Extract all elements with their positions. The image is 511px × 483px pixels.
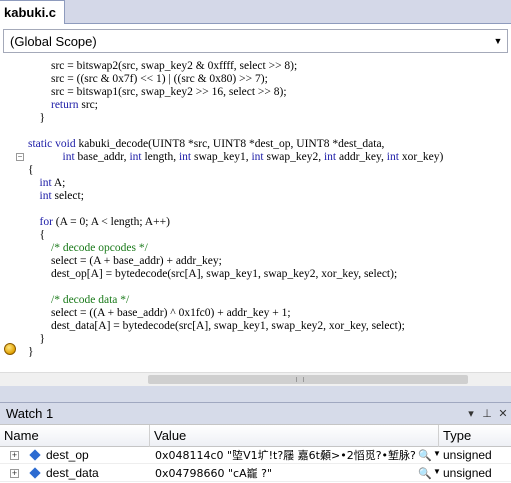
magnifier-icon[interactable]: 🔍 <box>418 467 432 480</box>
code-line[interactable]: /* decode opcodes */ <box>28 242 148 255</box>
watch-row[interactable]: + dest_data 0x04798660 "cA巃 ?" 🔍 ▼ unsig… <box>0 465 511 482</box>
code-line[interactable]: } <box>28 333 46 346</box>
watch-row-type: unsigned <box>443 448 492 462</box>
watch-header-row: Name Value Type <box>0 425 511 447</box>
column-header-value[interactable]: Value <box>150 425 439 447</box>
code-line[interactable]: select = ((A + base_addr) ^ 0x1fc0) + ad… <box>28 307 291 320</box>
code-line[interactable]: int select; <box>28 190 84 203</box>
current-statement-arrow-icon <box>4 343 16 355</box>
watch-row-value[interactable]: 0x04798660 "cA巃 ?" <box>155 465 437 482</box>
pin-icon[interactable]: ⊥ <box>479 407 495 420</box>
watch-row[interactable]: + dest_op 0x048114c0 "埅V1圹!t?屦 嘉6t顙>•2慆觅… <box>0 447 511 464</box>
variable-icon <box>29 449 41 461</box>
code-line[interactable]: select = (A + base_addr) + addr_key; <box>28 255 222 268</box>
code-line[interactable]: int A; <box>28 177 66 190</box>
code-line[interactable]: return src; <box>28 99 98 112</box>
magnifier-icon[interactable]: 🔍 <box>418 449 432 462</box>
expand-icon[interactable]: + <box>10 469 19 478</box>
visualizer-dropdown-icon[interactable]: ▼ <box>433 449 441 458</box>
editor-horizontal-scrollbar[interactable] <box>0 372 511 386</box>
code-area[interactable]: src = bitswap2(src, swap_key2 & 0xffff, … <box>28 58 511 372</box>
editor-gutter[interactable] <box>0 58 20 372</box>
code-editor[interactable]: − src = bitswap2(src, swap_key2 & 0xffff… <box>0 58 511 372</box>
tab-label: kabuki.c <box>4 5 57 20</box>
watch-grid: Name Value Type + dest_op 0x048114c0 "埅V… <box>0 424 511 483</box>
code-line[interactable]: dest_data[A] = bytedecode(src[A], swap_k… <box>28 320 405 333</box>
scrollbar-thumb[interactable] <box>148 375 468 384</box>
visualizer-dropdown-icon[interactable]: ▼ <box>433 467 441 476</box>
document-tab-strip: kabuki.c <box>0 0 511 24</box>
scope-dropdown[interactable]: (Global Scope) ▼ <box>3 29 508 53</box>
code-line[interactable]: src = bitswap2(src, swap_key2 & 0xffff, … <box>28 60 297 73</box>
code-line[interactable]: src = ((src & 0x7f) << 1) | ((src & 0x80… <box>28 73 268 86</box>
scope-dropdown-value: (Global Scope) <box>10 33 97 49</box>
code-line[interactable]: src = bitswap1(src, swap_key2 >> 16, sel… <box>28 86 287 99</box>
code-line[interactable]: } <box>28 346 34 359</box>
watch-row-value[interactable]: 0x048114c0 "埅V1圹!t?屦 嘉6t顙>•2慆觅?•堑脉? <box>155 447 437 464</box>
code-line[interactable]: dest_op[A] = bytedecode(src[A], swap_key… <box>28 268 397 281</box>
window-position-dropdown-icon[interactable]: ▾ <box>463 407 479 420</box>
watch-row-name[interactable]: dest_op <box>46 447 89 464</box>
collapse-toggle-icon[interactable]: − <box>16 153 24 161</box>
code-line[interactable]: } <box>28 112 46 125</box>
code-line[interactable]: for (A = 0; A < length; A++) <box>28 216 170 229</box>
tab-kabuki-c[interactable]: kabuki.c <box>0 0 66 24</box>
watch-window-titlebar: Watch 1 ▾ ⊥ ✕ <box>0 402 511 424</box>
variable-icon <box>29 467 41 479</box>
expand-icon[interactable]: + <box>10 451 19 460</box>
column-header-type[interactable]: Type <box>439 425 511 447</box>
code-line[interactable]: { <box>28 229 46 242</box>
chevron-down-icon[interactable]: ▼ <box>489 30 507 52</box>
column-header-name[interactable]: Name <box>0 425 150 447</box>
code-line[interactable]: static void kabuki_decode(UINT8 *src, UI… <box>28 138 384 151</box>
watch-window-title: Watch 1 <box>6 406 54 421</box>
code-line[interactable]: int base_addr, int length, int swap_key1… <box>28 151 444 164</box>
close-icon[interactable]: ✕ <box>495 407 511 420</box>
code-line[interactable]: { <box>28 164 34 177</box>
code-line[interactable]: /* decode data */ <box>28 294 129 307</box>
watch-row-type: unsigned <box>443 466 492 480</box>
scrollbar-grip <box>296 377 304 382</box>
navigation-bar: (Global Scope) ▼ <box>0 24 511 58</box>
watch-row-name[interactable]: dest_data <box>46 465 99 482</box>
